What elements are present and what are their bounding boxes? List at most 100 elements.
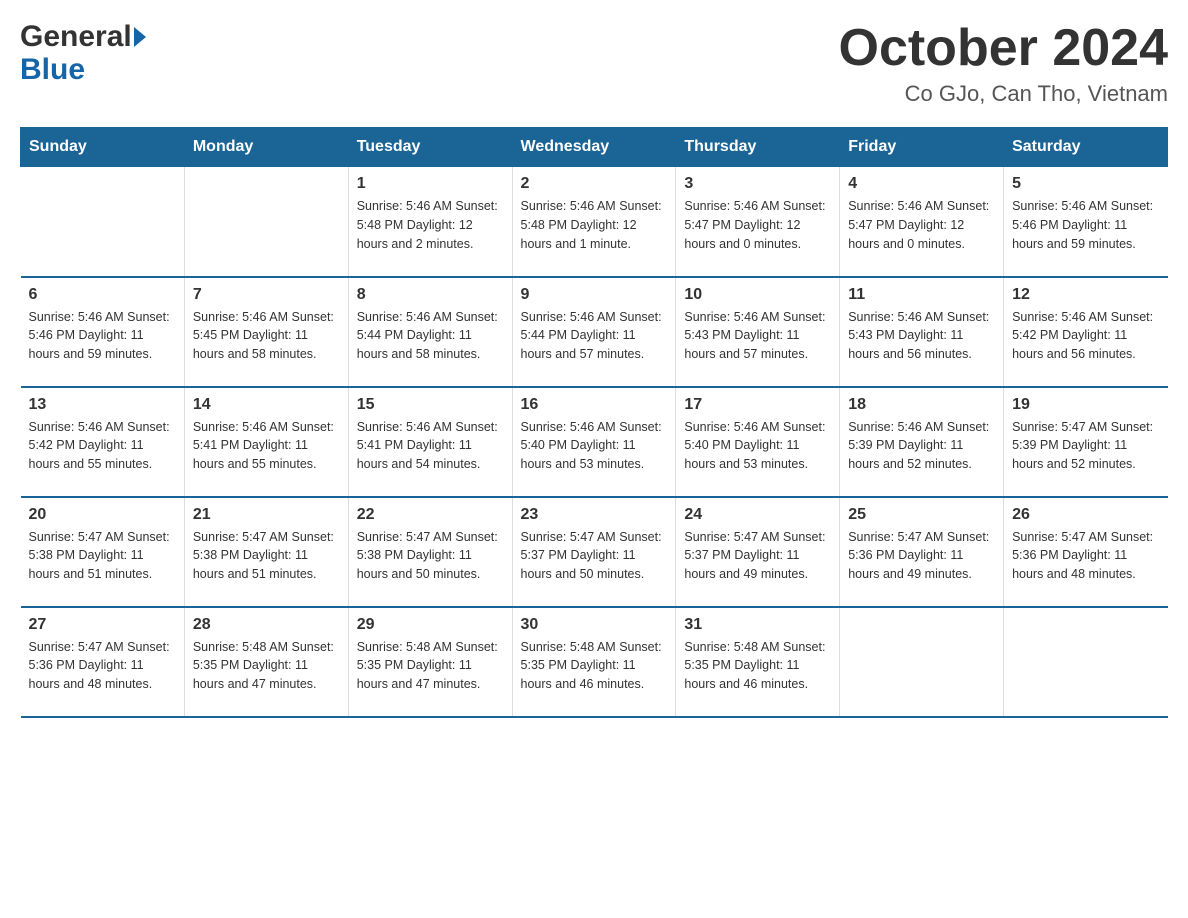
logo-blue-text: Blue: [20, 53, 85, 86]
day-info: Sunrise: 5:47 AM Sunset: 5:36 PM Dayligh…: [848, 528, 995, 584]
calendar-cell: 23 Sunrise: 5:47 AM Sunset: 5:37 PM Dayli…: [512, 497, 676, 607]
day-number: 3: [684, 175, 831, 193]
day-number: 4: [848, 175, 995, 193]
day-info: Sunrise: 5:46 AM Sunset: 5:48 PM Dayligh…: [521, 197, 668, 253]
day-number: 11: [848, 286, 995, 304]
calendar-cell: 10 Sunrise: 5:46 AM Sunset: 5:43 PM Dayli…: [676, 277, 840, 387]
calendar-cell: 29 Sunrise: 5:48 AM Sunset: 5:35 PM Dayli…: [348, 607, 512, 717]
calendar-cell: 14 Sunrise: 5:46 AM Sunset: 5:41 PM Dayli…: [184, 387, 348, 497]
calendar-cell: 31Sunrise: 5:48 AM Sunset: 5:35 PM Dayli…: [676, 607, 840, 717]
calendar-table: SundayMondayTuesdayWednesdayThursdayFrid…: [20, 127, 1168, 718]
day-info: Sunrise: 5:47 AM Sunset: 5:38 PM Dayligh…: [357, 528, 504, 584]
day-number: 19: [1012, 396, 1159, 414]
day-info: Sunrise: 5:46 AM Sunset: 5:42 PM Dayligh…: [1012, 308, 1159, 364]
calendar-cell: 24Sunrise: 5:47 AM Sunset: 5:37 PM Dayli…: [676, 497, 840, 607]
calendar-cell: 27 Sunrise: 5:47 AM Sunset: 5:36 PM Dayli…: [21, 607, 185, 717]
day-info: Sunrise: 5:46 AM Sunset: 5:46 PM Dayligh…: [29, 308, 176, 364]
day-number: 28: [193, 616, 340, 634]
calendar-cell: 20 Sunrise: 5:47 AM Sunset: 5:38 PM Dayli…: [21, 497, 185, 607]
day-number: 26: [1012, 506, 1159, 524]
calendar-cell: 25 Sunrise: 5:47 AM Sunset: 5:36 PM Dayli…: [840, 497, 1004, 607]
calendar-cell: 4Sunrise: 5:46 AM Sunset: 5:47 PM Daylig…: [840, 167, 1004, 277]
day-number: 13: [29, 396, 176, 414]
day-number: 22: [357, 506, 504, 524]
calendar-cell: 28 Sunrise: 5:48 AM Sunset: 5:35 PM Dayli…: [184, 607, 348, 717]
calendar-cell: 7 Sunrise: 5:46 AM Sunset: 5:45 PM Daylig…: [184, 277, 348, 387]
day-info: Sunrise: 5:48 AM Sunset: 5:35 PM Dayligh…: [521, 638, 668, 694]
calendar-week-row: 13 Sunrise: 5:46 AM Sunset: 5:42 PM Dayli…: [21, 387, 1168, 497]
day-number: 25: [848, 506, 995, 524]
day-number: 23: [521, 506, 668, 524]
calendar-week-row: 1 Sunrise: 5:46 AM Sunset: 5:48 PM Daylig…: [21, 167, 1168, 277]
page-header: General Blue October 2024 Co GJo, Can Th…: [20, 20, 1168, 107]
day-info: Sunrise: 5:47 AM Sunset: 5:36 PM Dayligh…: [29, 638, 176, 694]
day-info: Sunrise: 5:47 AM Sunset: 5:39 PM Dayligh…: [1012, 418, 1159, 474]
day-number: 27: [29, 616, 176, 634]
calendar-cell: 26 Sunrise: 5:47 AM Sunset: 5:36 PM Dayli…: [1004, 497, 1168, 607]
day-info: Sunrise: 5:46 AM Sunset: 5:44 PM Dayligh…: [521, 308, 668, 364]
day-number: 29: [357, 616, 504, 634]
day-info: Sunrise: 5:46 AM Sunset: 5:44 PM Dayligh…: [357, 308, 504, 364]
day-number: 17: [684, 396, 831, 414]
day-info: Sunrise: 5:48 AM Sunset: 5:35 PM Dayligh…: [193, 638, 340, 694]
day-info: Sunrise: 5:47 AM Sunset: 5:38 PM Dayligh…: [29, 528, 176, 584]
day-header-tuesday: Tuesday: [348, 128, 512, 167]
day-number: 12: [1012, 286, 1159, 304]
day-number: 6: [29, 286, 176, 304]
day-number: 18: [848, 396, 995, 414]
calendar-week-row: 6 Sunrise: 5:46 AM Sunset: 5:46 PM Daylig…: [21, 277, 1168, 387]
calendar-cell: 19 Sunrise: 5:47 AM Sunset: 5:39 PM Dayli…: [1004, 387, 1168, 497]
day-info: Sunrise: 5:46 AM Sunset: 5:47 PM Dayligh…: [684, 197, 831, 253]
day-info: Sunrise: 5:47 AM Sunset: 5:36 PM Dayligh…: [1012, 528, 1159, 584]
calendar-cell: 11Sunrise: 5:46 AM Sunset: 5:43 PM Dayli…: [840, 277, 1004, 387]
logo-arrow-icon: [134, 27, 146, 47]
day-number: 1: [357, 175, 504, 193]
calendar-week-row: 27 Sunrise: 5:47 AM Sunset: 5:36 PM Dayli…: [21, 607, 1168, 717]
title-block: October 2024 Co GJo, Can Tho, Vietnam: [839, 20, 1169, 107]
calendar-cell: 2 Sunrise: 5:46 AM Sunset: 5:48 PM Daylig…: [512, 167, 676, 277]
day-info: Sunrise: 5:46 AM Sunset: 5:39 PM Dayligh…: [848, 418, 995, 474]
calendar-cell: 8 Sunrise: 5:46 AM Sunset: 5:44 PM Daylig…: [348, 277, 512, 387]
calendar-cell: 22 Sunrise: 5:47 AM Sunset: 5:38 PM Dayli…: [348, 497, 512, 607]
day-number: 10: [684, 286, 831, 304]
calendar-cell: [1004, 607, 1168, 717]
day-header-wednesday: Wednesday: [512, 128, 676, 167]
calendar-week-row: 20 Sunrise: 5:47 AM Sunset: 5:38 PM Dayli…: [21, 497, 1168, 607]
calendar-cell: 17 Sunrise: 5:46 AM Sunset: 5:40 PM Dayli…: [676, 387, 840, 497]
day-number: 14: [193, 396, 340, 414]
page-subtitle: Co GJo, Can Tho, Vietnam: [839, 81, 1169, 107]
day-number: 2: [521, 175, 668, 193]
logo: General Blue: [20, 20, 146, 86]
day-info: Sunrise: 5:46 AM Sunset: 5:45 PM Dayligh…: [193, 308, 340, 364]
calendar-cell: 13 Sunrise: 5:46 AM Sunset: 5:42 PM Dayli…: [21, 387, 185, 497]
day-info: Sunrise: 5:47 AM Sunset: 5:37 PM Dayligh…: [521, 528, 668, 584]
day-header-monday: Monday: [184, 128, 348, 167]
day-info: Sunrise: 5:46 AM Sunset: 5:41 PM Dayligh…: [193, 418, 340, 474]
calendar-cell: 1Sunrise: 5:46 AM Sunset: 5:48 PM Daylig…: [348, 167, 512, 277]
day-info: Sunrise: 5:48 AM Sunset: 5:35 PM Dayligh…: [357, 638, 504, 694]
calendar-cell: 6 Sunrise: 5:46 AM Sunset: 5:46 PM Daylig…: [21, 277, 185, 387]
day-info: Sunrise: 5:46 AM Sunset: 5:42 PM Dayligh…: [29, 418, 176, 474]
day-number: 9: [521, 286, 668, 304]
calendar-cell: [21, 167, 185, 277]
day-info: Sunrise: 5:46 AM Sunset: 5:43 PM Dayligh…: [684, 308, 831, 364]
day-number: 30: [521, 616, 668, 634]
day-header-friday: Friday: [840, 128, 1004, 167]
calendar-cell: 5Sunrise: 5:46 AM Sunset: 5:46 PM Daylig…: [1004, 167, 1168, 277]
day-number: 8: [357, 286, 504, 304]
page-title: October 2024: [839, 20, 1169, 77]
day-info: Sunrise: 5:46 AM Sunset: 5:40 PM Dayligh…: [684, 418, 831, 474]
day-number: 7: [193, 286, 340, 304]
day-number: 20: [29, 506, 176, 524]
day-header-sunday: Sunday: [21, 128, 185, 167]
day-info: Sunrise: 5:46 AM Sunset: 5:41 PM Dayligh…: [357, 418, 504, 474]
day-number: 21: [193, 506, 340, 524]
day-info: Sunrise: 5:46 AM Sunset: 5:46 PM Dayligh…: [1012, 197, 1159, 253]
logo-general-text: General: [20, 20, 132, 53]
calendar-cell: 30 Sunrise: 5:48 AM Sunset: 5:35 PM Dayli…: [512, 607, 676, 717]
calendar-cell: 3 Sunrise: 5:46 AM Sunset: 5:47 PM Daylig…: [676, 167, 840, 277]
day-header-thursday: Thursday: [676, 128, 840, 167]
day-number: 31: [684, 616, 831, 634]
calendar-cell: [840, 607, 1004, 717]
day-info: Sunrise: 5:46 AM Sunset: 5:40 PM Dayligh…: [521, 418, 668, 474]
